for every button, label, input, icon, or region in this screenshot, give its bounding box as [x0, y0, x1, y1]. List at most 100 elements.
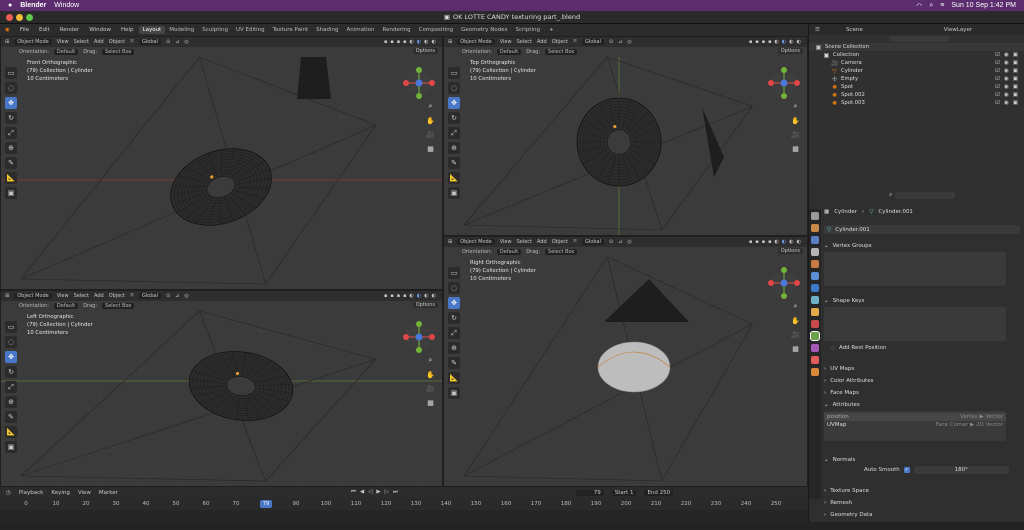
solid-shading-icon[interactable]: ◐ — [782, 39, 786, 45]
scene-selector[interactable]: Scene — [846, 27, 863, 33]
transform-orientation-icon[interactable]: ⤧ — [573, 239, 577, 245]
material-shading-icon[interactable]: ◐ — [789, 39, 793, 45]
properties-tab-icon[interactable] — [811, 272, 819, 280]
chevron-down-icon[interactable]: ⌄ — [824, 298, 829, 304]
solid-shading-icon[interactable]: ◐ — [782, 239, 786, 245]
mesh-datablock-field[interactable]: ▽ Cylinder.001 — [824, 225, 1020, 234]
properties-tab-icon[interactable] — [811, 284, 819, 292]
material-shading-icon[interactable]: ◐ — [789, 239, 793, 245]
outliner-item[interactable]: ✺ Spot.003 ☑ ◉ ▣ — [809, 99, 1024, 107]
viewport-menu-object[interactable]: Object — [109, 293, 125, 299]
chevron-right-icon[interactable]: › — [824, 390, 826, 396]
outliner-item[interactable]: ▣ Collection ☑ ◉ ▣ — [809, 51, 1024, 59]
wireframe-shading-icon[interactable]: ◐ — [410, 293, 414, 299]
move-tool[interactable]: ✥ — [5, 351, 17, 363]
select-box-tool[interactable]: ▭ — [5, 321, 17, 333]
viewport-menu-view[interactable]: View — [57, 39, 69, 45]
eye-icon[interactable]: ◉ — [1004, 60, 1009, 66]
camera-render-icon[interactable]: ▣ — [1013, 100, 1018, 106]
options-dropdown[interactable]: Options — [412, 48, 438, 54]
timeline-menu-keying[interactable]: Keying — [51, 490, 69, 496]
scale-tool[interactable]: ⤢ — [448, 327, 460, 339]
solid-shading-icon[interactable]: ◐ — [417, 39, 421, 45]
rendered-shading-icon[interactable]: ◐ — [797, 239, 801, 245]
annotate-tool[interactable]: ✎ — [5, 157, 17, 169]
xray-icon[interactable]: ▪ — [768, 39, 771, 45]
scale-tool[interactable]: ⤢ — [5, 127, 17, 139]
overlay-icon[interactable]: ▪ — [762, 239, 765, 245]
navigation-gizmo[interactable] — [768, 67, 800, 99]
properties-tab-icon[interactable] — [811, 260, 819, 268]
pivot-icon[interactable]: ⊙ — [609, 239, 613, 245]
snap-icon[interactable]: ⊿ — [175, 293, 179, 299]
options-dropdown[interactable]: Options — [777, 48, 803, 54]
viewport-top[interactable]: ⊞ Object Mode View Select Add Object ⤧ Global ⊙ ⊿… — [443, 36, 808, 236]
transform-tool[interactable]: ⊕ — [5, 142, 17, 154]
viewport-menu-object[interactable]: Object — [552, 239, 568, 245]
drag-dropdown[interactable]: Select Box — [102, 48, 135, 55]
rendered-shading-icon[interactable]: ◐ — [797, 39, 801, 45]
next-key-icon[interactable]: ▷ — [385, 489, 389, 496]
viewport-right[interactable]: ⊞ Object Mode View Select Add Object ⤧ Global ⊙ ⊿… — [443, 236, 808, 487]
ortho-grid-icon[interactable]: ▦ — [790, 343, 801, 354]
outliner-item[interactable]: ▣ Scene Collection — [809, 43, 1024, 51]
viewport-menu-object[interactable]: Object — [552, 39, 568, 45]
view-layer-selector[interactable]: ViewLayer — [944, 27, 972, 33]
measure-tool[interactable]: 📐 — [5, 426, 17, 438]
mac-datetime[interactable]: Sun 10 Sep 1:42 PM — [951, 2, 1016, 9]
scale-tool[interactable]: ⤢ — [5, 381, 17, 393]
zoom-window-button[interactable] — [26, 14, 33, 21]
add-workspace-button[interactable]: + — [544, 27, 559, 33]
minimize-window-button[interactable] — [16, 14, 23, 21]
menu-help[interactable]: Help — [116, 27, 139, 33]
attributes-title[interactable]: Attributes — [833, 402, 860, 408]
tab-scripting[interactable]: Scripting — [512, 26, 544, 34]
drag-dropdown[interactable]: Select Box — [545, 48, 578, 55]
gizmo-icon[interactable]: ▪ — [755, 239, 758, 245]
properties-tab-icon[interactable] — [811, 344, 819, 352]
ortho-grid-icon[interactable]: ▦ — [790, 143, 801, 154]
tab-sculpting[interactable]: Sculpting — [198, 26, 232, 34]
eye-icon[interactable]: ◉ — [1004, 52, 1009, 58]
blender-logo-icon[interactable]: ◉ — [0, 27, 15, 33]
properties-editor[interactable]: ⌕ ▦ Cylinder › ▽ Cylinder.001 ▽ Cylinder… — [808, 189, 1024, 522]
zoom-icon[interactable]: ⌕ — [790, 301, 801, 312]
zoom-icon[interactable]: ⌕ — [790, 101, 801, 112]
wireframe-shading-icon[interactable]: ◐ — [775, 239, 779, 245]
snap-icon[interactable]: ⊿ — [618, 239, 622, 245]
navigation-gizmo[interactable] — [403, 67, 435, 99]
material-shading-icon[interactable]: ◐ — [424, 293, 428, 299]
transform-tool[interactable]: ⊕ — [5, 396, 17, 408]
overlay-icon[interactable]: ▪ — [762, 39, 765, 45]
mode-selector[interactable]: Object Mode — [457, 239, 495, 245]
properties-tab-icon[interactable] — [811, 308, 819, 316]
chevron-right-icon[interactable]: › — [824, 488, 826, 494]
transform-orientation[interactable]: Global — [582, 39, 604, 45]
xray-icon[interactable]: ▪ — [768, 239, 771, 245]
editor-type-icon[interactable]: ⊞ — [448, 39, 452, 45]
outliner[interactable]: ☰ Scene ViewLayer ▣ Scene Collection ▣ Coll… — [808, 24, 1024, 189]
orientation-dropdown[interactable]: Default — [496, 248, 522, 255]
geometry-data-title[interactable]: Geometry Data — [830, 512, 872, 518]
timeline-menu-playback[interactable]: Playback — [19, 490, 44, 496]
rotate-tool[interactable]: ↻ — [5, 112, 17, 124]
gizmo-icon[interactable]: ▪ — [755, 39, 758, 45]
orientation-dropdown[interactable]: Default — [496, 48, 522, 55]
outliner-editor-icon[interactable]: ☰ — [815, 27, 820, 33]
texture-space-title[interactable]: Texture Space — [830, 488, 869, 494]
timeline-menu-marker[interactable]: Marker — [99, 490, 118, 496]
properties-search-input[interactable] — [895, 191, 956, 199]
annotate-tool[interactable]: ✎ — [448, 157, 460, 169]
chevron-right-icon[interactable]: › — [824, 378, 826, 384]
properties-tab-icon[interactable] — [810, 331, 820, 341]
color-attributes-title[interactable]: Color Attributes — [830, 378, 873, 384]
cursor-tool[interactable]: ◌ — [5, 336, 17, 348]
move-tool[interactable]: ✥ — [5, 97, 17, 109]
end-frame-field[interactable]: End 250 — [644, 489, 674, 496]
editor-type-icon[interactable]: ⊞ — [5, 39, 9, 45]
rotate-tool[interactable]: ↻ — [448, 312, 460, 324]
options-dropdown[interactable]: Options — [777, 248, 803, 254]
tab-compositing[interactable]: Compositing — [415, 26, 457, 34]
viewport-front[interactable]: ⊞ Object Mode View Select Add Object ⤧ Global ⊙ ⊿… — [0, 36, 443, 290]
rotate-tool[interactable]: ↻ — [448, 112, 460, 124]
